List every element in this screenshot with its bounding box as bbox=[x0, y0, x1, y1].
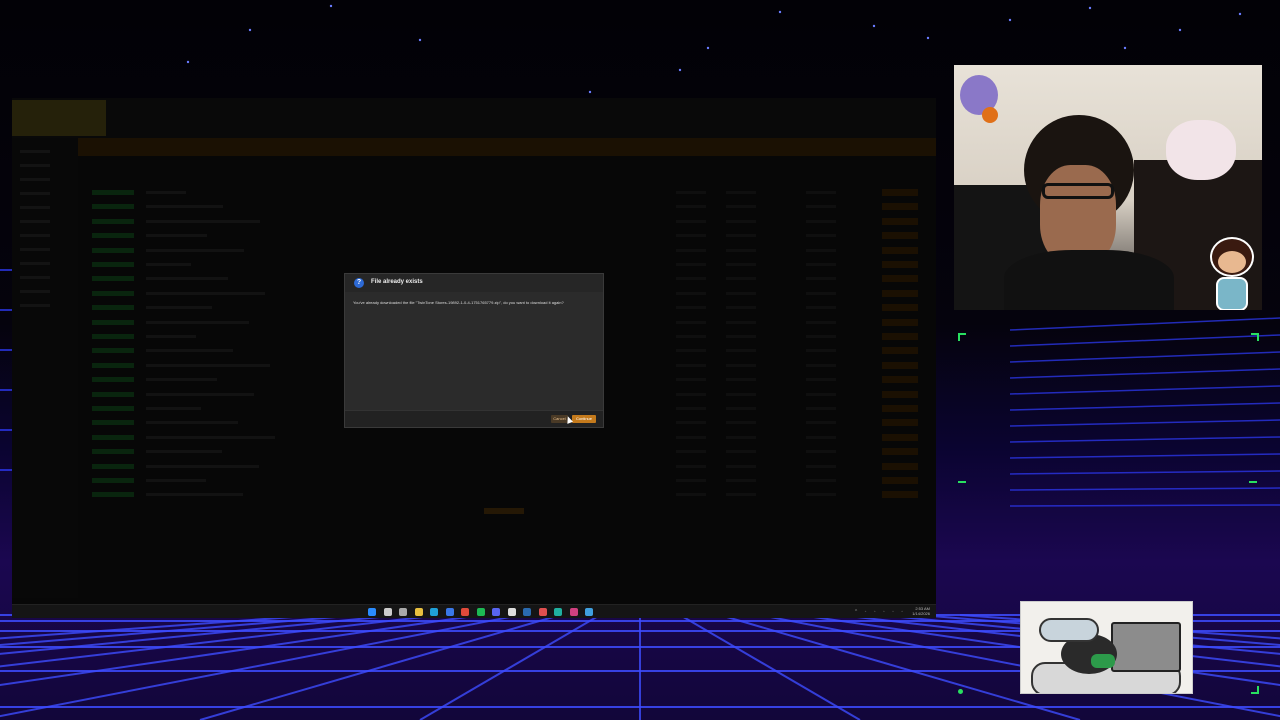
frame-dot bbox=[958, 689, 963, 694]
webcam-feed bbox=[954, 65, 1262, 310]
file-explorer-icon[interactable] bbox=[414, 608, 423, 616]
info-icon: ? bbox=[354, 278, 364, 288]
screen-capture: ? File already exists You've already dow… bbox=[12, 98, 936, 618]
frame-corner-icon bbox=[1251, 333, 1259, 341]
app-icon[interactable] bbox=[554, 608, 562, 616]
plush-toy bbox=[1166, 120, 1236, 180]
steam-icon[interactable] bbox=[523, 608, 531, 616]
store-icon[interactable] bbox=[430, 608, 438, 616]
obs-icon[interactable] bbox=[507, 608, 516, 616]
dialog-title: File already exists bbox=[371, 279, 423, 285]
windows-start-icon[interactable] bbox=[368, 608, 376, 616]
spotify-icon[interactable] bbox=[476, 608, 485, 616]
glasses bbox=[1042, 183, 1114, 199]
system-tray[interactable]: ^ ◦ ◦ ◦ ◦ ◦ bbox=[855, 609, 906, 615]
discord-icon[interactable] bbox=[492, 608, 500, 616]
search-icon[interactable] bbox=[383, 608, 392, 616]
stream-overlay: ? File already exists You've already dow… bbox=[0, 0, 1280, 720]
streamer-body bbox=[1004, 250, 1174, 310]
frame-marker bbox=[958, 481, 966, 483]
continue-button[interactable]: Continue bbox=[572, 415, 596, 423]
frame-corner-icon bbox=[958, 333, 966, 341]
clock-date: 1/14/2026 bbox=[912, 611, 930, 616]
file-exists-dialog: ? File already exists You've already dow… bbox=[344, 273, 604, 428]
app-icon[interactable] bbox=[569, 608, 578, 616]
dialog-titlebar: ? File already exists bbox=[345, 274, 603, 292]
edge-icon[interactable] bbox=[445, 608, 454, 616]
chibi-sticker bbox=[1204, 237, 1260, 310]
dialog-message: You've already downloaded the file "Twin… bbox=[353, 300, 564, 305]
chrome-icon[interactable] bbox=[461, 608, 469, 616]
app-icon[interactable] bbox=[585, 608, 593, 616]
frame-marker bbox=[1249, 481, 1257, 483]
windows-taskbar: ^ ◦ ◦ ◦ ◦ ◦ 2:53 AM 1/14/2026 bbox=[12, 604, 936, 618]
taskbar-clock[interactable]: 2:53 AM 1/14/2026 bbox=[912, 606, 930, 616]
task-view-icon[interactable] bbox=[399, 608, 407, 616]
app-icon[interactable] bbox=[538, 608, 547, 616]
sleeping-streamer-illustration bbox=[1020, 601, 1193, 694]
pumpkin-decoration bbox=[982, 107, 998, 123]
dialog-footer: Cancel Continue bbox=[345, 410, 603, 427]
frame-corner-icon bbox=[1251, 686, 1259, 694]
laptop-icon bbox=[1111, 622, 1181, 672]
